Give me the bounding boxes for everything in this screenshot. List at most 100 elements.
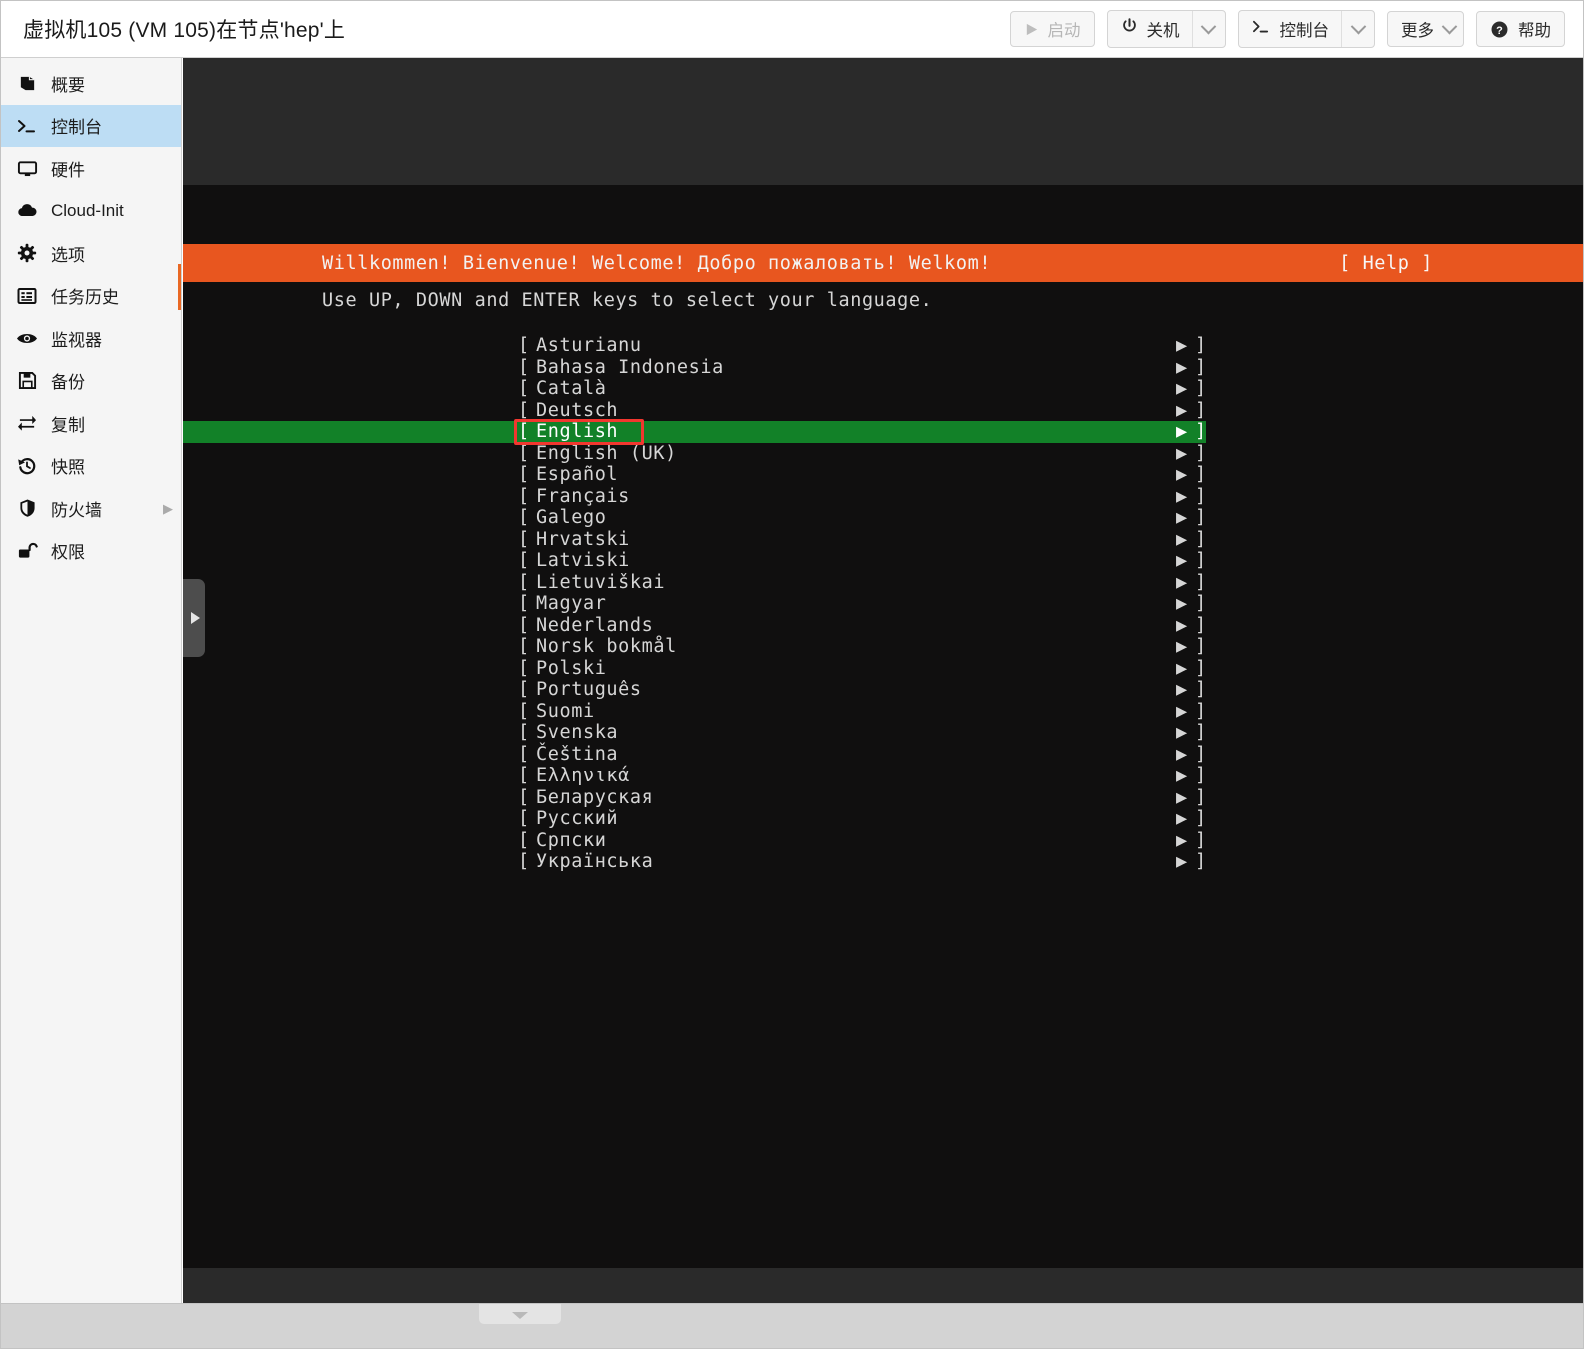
console-split-button: 控制台 xyxy=(1237,10,1375,48)
bracket-open: [ xyxy=(518,722,530,743)
play-arrow-icon: ▶ xyxy=(1176,593,1188,614)
language-option[interactable]: [Español ▶] xyxy=(183,464,1583,486)
language-option[interactable]: [Deutsch ▶] xyxy=(183,400,1583,422)
language-option[interactable]: [Беларуская ▶] xyxy=(183,787,1583,809)
sidebar-item-replication[interactable]: 复制 xyxy=(1,402,181,445)
play-arrow-icon: ▶ xyxy=(1176,614,1188,636)
language-list[interactable]: [Asturianu ▶] [Bahasa Indonesia ▶] [Català ▶]… xyxy=(183,335,1583,873)
language-option[interactable]: [Français ▶] xyxy=(183,486,1583,508)
language-option[interactable]: [Asturianu ▶] xyxy=(183,335,1583,357)
shutdown-button[interactable]: 关机 xyxy=(1108,11,1192,47)
play-arrow-icon: ▶ xyxy=(1176,507,1188,528)
language-option[interactable]: [Nederlands ▶] xyxy=(183,615,1583,637)
shutdown-dropdown-toggle[interactable] xyxy=(1191,11,1225,47)
language-option[interactable]: [Čeština ▶] xyxy=(183,744,1583,766)
language-option[interactable]: [Русский ▶] xyxy=(183,808,1583,830)
sidebar-item-snapshots[interactable]: 快照 xyxy=(1,445,181,488)
language-option[interactable]: [Português ▶] xyxy=(183,679,1583,701)
sidebar-item-monitor[interactable]: 监视器 xyxy=(1,317,181,360)
bracket-open: [ xyxy=(518,442,530,464)
language-label: Hrvatski xyxy=(536,528,630,550)
floppy-icon xyxy=(15,371,39,390)
terminal-icon xyxy=(15,117,39,135)
play-arrow-icon: ▶ xyxy=(1176,421,1188,442)
bracket-open: [ xyxy=(518,786,530,808)
bracket-close: ] xyxy=(1195,786,1207,808)
bracket-close: ] xyxy=(1195,722,1207,743)
help-button[interactable]: ? 帮助 xyxy=(1476,11,1565,47)
sidebar-item-summary[interactable]: 概要 xyxy=(1,62,181,105)
play-arrow-icon: ▶ xyxy=(1176,356,1188,378)
chevron-right-icon: ▶ xyxy=(163,500,173,516)
language-option[interactable]: [Magyar ▶] xyxy=(183,593,1583,615)
language-option[interactable]: [Català ▶] xyxy=(183,378,1583,400)
language-option[interactable]: [Svenska ▶] xyxy=(183,722,1583,744)
console-button-label: 控制台 xyxy=(1279,22,1330,40)
console-button[interactable]: 控制台 xyxy=(1239,11,1342,47)
footer-collapse-handle[interactable] xyxy=(479,1304,561,1324)
sidebar-item-label: Cloud-Init xyxy=(51,200,124,220)
play-arrow-icon: ▶ xyxy=(1176,636,1188,657)
bracket-close: ] xyxy=(1195,485,1207,507)
play-arrow-icon: ▶ xyxy=(1176,829,1188,851)
language-option[interactable]: [Polski ▶] xyxy=(183,658,1583,680)
sidebar-item-task-history[interactable]: 任务历史 xyxy=(1,275,181,318)
console-dropdown-toggle[interactable] xyxy=(1341,11,1374,47)
vm-console-viewport[interactable]: Willkommen! Bienvenue! Welcome! Добро по… xyxy=(183,58,1583,1303)
bracket-close: ] xyxy=(1195,743,1207,765)
sidebar-collapse-handle[interactable] xyxy=(183,579,205,657)
sidebar-item-options[interactable]: 选项 xyxy=(1,232,181,275)
sidebar-scroll-indicator[interactable] xyxy=(178,264,181,310)
chevron-down-icon xyxy=(1441,18,1458,34)
language-option[interactable]: [English (UK) ▶] xyxy=(183,443,1583,465)
book-icon xyxy=(15,74,39,93)
language-option[interactable]: [Српски ▶] xyxy=(183,830,1583,852)
sync-icon xyxy=(15,414,39,433)
language-option[interactable]: [Galego ▶] xyxy=(183,507,1583,529)
language-option[interactable]: [Ελληνικά ▶] xyxy=(183,765,1583,787)
chevron-down-icon xyxy=(512,1311,528,1319)
language-option[interactable]: [Lietuviškai ▶] xyxy=(183,572,1583,594)
language-option[interactable]: [Hrvatski ▶] xyxy=(183,529,1583,551)
bracket-open: [ xyxy=(518,851,530,872)
language-label: Nederlands xyxy=(536,614,654,636)
language-label: English xyxy=(536,421,619,442)
language-option[interactable]: [Norsk bokmål ▶] xyxy=(183,636,1583,658)
question-circle-icon: ? xyxy=(1490,20,1509,39)
chevron-right-icon xyxy=(190,612,200,624)
language-option[interactable]: [Bahasa Indonesia ▶] xyxy=(183,357,1583,379)
bracket-close: ] xyxy=(1195,399,1207,421)
help-link[interactable]: [ Help ] xyxy=(1339,253,1433,274)
installer-welcome-banner: Willkommen! Bienvenue! Welcome! Добро по… xyxy=(183,244,1583,282)
chevron-down-icon xyxy=(1200,18,1217,34)
bracket-open: [ xyxy=(518,743,530,765)
language-label: Català xyxy=(536,378,607,399)
bracket-open: [ xyxy=(518,335,530,356)
bracket-open: [ xyxy=(518,464,530,485)
language-option[interactable]: [Suomi ▶] xyxy=(183,701,1583,723)
sidebar-item-firewall[interactable]: 防火墙 ▶ xyxy=(1,487,181,530)
more-button-label: 更多 xyxy=(1401,22,1434,40)
bracket-close: ] xyxy=(1195,636,1207,657)
bracket-open: [ xyxy=(518,378,530,399)
bracket-close: ] xyxy=(1195,442,1207,464)
monitor-icon xyxy=(15,159,39,178)
start-button[interactable]: 启动 xyxy=(1009,11,1095,47)
sidebar-item-console[interactable]: 控制台 xyxy=(1,104,181,147)
bracket-open: [ xyxy=(518,507,530,528)
sidebar-item-cloud-init[interactable]: Cloud-Init xyxy=(1,190,181,233)
sidebar-item-label: 控制台 xyxy=(51,118,102,138)
sidebar-item-permissions[interactable]: 权限 xyxy=(1,530,181,573)
bracket-open: [ xyxy=(518,399,530,421)
language-option[interactable]: [Latviski ▶] xyxy=(183,550,1583,572)
more-button[interactable]: 更多 xyxy=(1387,11,1464,47)
console-screen[interactable]: Willkommen! Bienvenue! Welcome! Добро по… xyxy=(183,185,1583,1268)
language-label: Asturianu xyxy=(536,335,642,356)
language-option[interactable]: [English ▶] xyxy=(183,418,1206,445)
bracket-close: ] xyxy=(1195,378,1207,399)
language-label: Svenska xyxy=(536,722,619,743)
language-option[interactable]: [Українська ▶] xyxy=(183,851,1583,873)
sidebar-item-backup[interactable]: 备份 xyxy=(1,360,181,403)
sidebar-item-hardware[interactable]: 硬件 xyxy=(1,147,181,190)
page-title: 虚拟机105 (VM 105)在节点'hep'上 xyxy=(23,19,346,42)
